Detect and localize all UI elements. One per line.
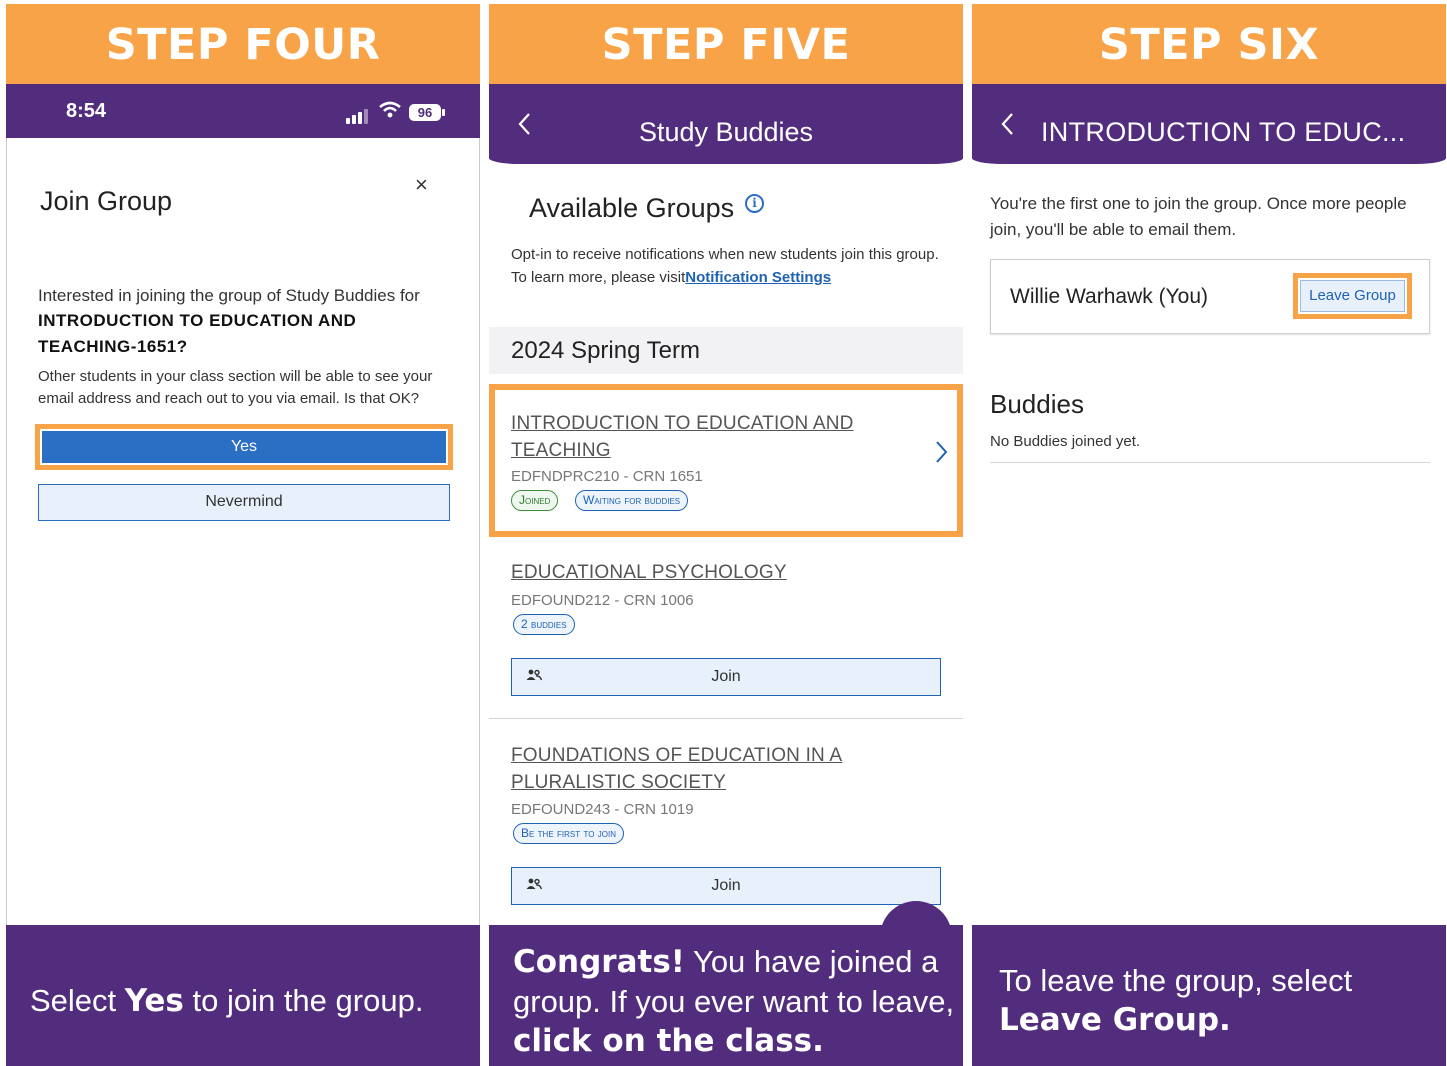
available-groups-title: Available Groups: [529, 193, 735, 223]
signal-icon: [346, 108, 374, 124]
close-icon[interactable]: ×: [415, 172, 428, 198]
dialog-title: Join Group: [40, 186, 173, 216]
join-label: Join: [711, 668, 741, 685]
people-icon: [526, 868, 543, 903]
caption-bold: Congrats!: [513, 944, 685, 980]
caption-bold: click on the class.: [513, 1023, 824, 1059]
nevermind-button[interactable]: Nevermind: [38, 484, 450, 521]
nav-title: Study Buddies: [638, 117, 814, 147]
battery-icon: 96: [409, 104, 441, 121]
dialog-course-name: INTRODUCTION TO EDUCATION AND TEACHING-1…: [38, 311, 357, 356]
status-bar: 8:54 96: [6, 84, 480, 138]
step-five-panel: Study Buddies STEP FIVE Available Groups…: [489, 4, 963, 1066]
chevron-right-icon[interactable]: [935, 440, 949, 471]
buddies-badge: 2 buddies: [513, 614, 575, 635]
joined-badge: Joined: [511, 490, 559, 511]
nav-bar: Study Buddies: [489, 84, 963, 164]
step-header: STEP SIX: [972, 4, 1446, 84]
battery-tip: [442, 109, 445, 116]
first-member-message: You're the first one to join the group. …: [990, 194, 1407, 239]
optin-text: Opt-in to receive notifications when new…: [511, 243, 941, 289]
step-six-panel: INTRODUCTION TO EDUC... STEP SIX You're …: [972, 4, 1446, 1066]
buddies-title: Buddies: [990, 389, 1084, 419]
course-code: EDFNDPRC210 - CRN 1651: [511, 468, 703, 485]
yes-button[interactable]: Yes: [42, 431, 446, 463]
status-badge: Waiting for buddies: [575, 490, 689, 511]
caption-bold: Yes: [124, 983, 184, 1019]
buddies-empty-text: No Buddies joined yet.: [990, 433, 1141, 450]
dialog-question: Interested in joining the group of Study…: [38, 286, 420, 305]
step-header: STEP FOUR: [6, 4, 480, 84]
status-badge: Be the first to join: [513, 823, 624, 844]
notification-settings-link[interactable]: Notification Settings: [685, 269, 831, 286]
join-group-dialog: Join Group × Interested in joining the g…: [6, 138, 480, 925]
course-code: EDFOUND212 - CRN 1006: [511, 592, 694, 609]
join-button[interactable]: Join: [511, 867, 941, 905]
caption-bold: Leave Group.: [999, 1002, 1231, 1038]
step-four-panel: STEP FOUR 8:54 96 Join Group × Intereste…: [6, 4, 480, 1066]
dialog-note: Other students in your class section wil…: [38, 368, 433, 407]
term-title: 2024 Spring Term: [511, 337, 700, 364]
member-name: Willie Warhawk (You): [1010, 285, 1208, 308]
nav-bar: INTRODUCTION TO EDUC...: [972, 84, 1446, 164]
caption-text: to join the group.: [183, 983, 424, 1018]
course-code: EDFOUND243 - CRN 1019: [511, 801, 694, 818]
caption-text: Select: [30, 983, 125, 1018]
status-time: 8:54: [66, 100, 107, 122]
info-icon[interactable]: i: [745, 194, 764, 213]
nav-title: INTRODUCTION TO EDUC...: [1041, 117, 1406, 147]
divider: [990, 462, 1430, 463]
course-title[interactable]: EDUCATIONAL PSYCHOLOGY: [511, 559, 787, 586]
join-button[interactable]: Join: [511, 658, 941, 696]
chevron-left-icon[interactable]: [1000, 112, 1014, 143]
wifi-icon: [379, 101, 401, 125]
leave-group-button[interactable]: Leave Group: [1300, 280, 1405, 312]
step-caption: Select Yes to join the group.: [6, 925, 480, 1066]
course-title[interactable]: FOUNDATIONS OF EDUCATION IN A PLURALISTI…: [511, 742, 871, 796]
people-icon: [526, 659, 543, 694]
step-caption: Congrats! You have joined a group. If yo…: [489, 925, 963, 1066]
step-caption: To leave the group, select Leave Group.: [972, 925, 1446, 1066]
caption-text: To leave the group, select: [999, 963, 1353, 998]
join-label: Join: [711, 877, 741, 894]
course-title[interactable]: INTRODUCTION TO EDUCATION AND TEACHING: [511, 410, 871, 464]
divider: [489, 718, 963, 719]
step-header: STEP FIVE: [489, 4, 963, 84]
member-card: Willie Warhawk (You) Leave Group: [990, 259, 1430, 334]
